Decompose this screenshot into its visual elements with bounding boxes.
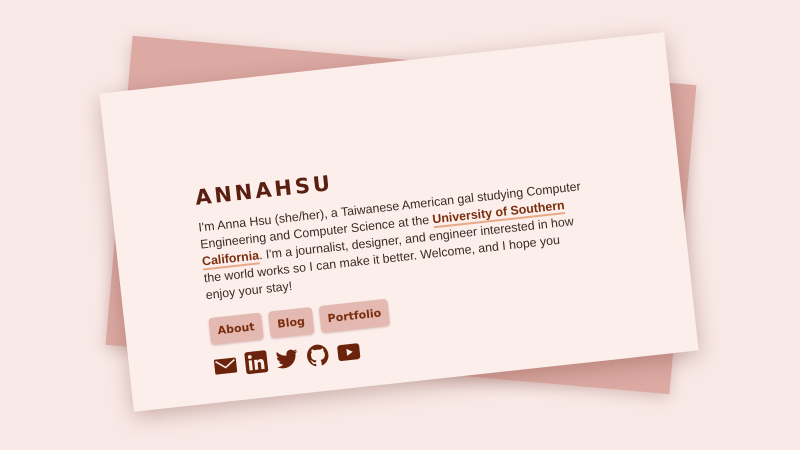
twitter-icon[interactable]: [274, 346, 300, 372]
youtube-icon[interactable]: [336, 339, 362, 365]
about-button[interactable]: About: [208, 312, 264, 346]
linkedin-icon[interactable]: [243, 349, 269, 375]
mail-icon[interactable]: [212, 352, 238, 378]
page-stage: ANNAHSU I'm Anna Hsu (she/her), a Taiwan…: [0, 0, 800, 450]
portfolio-button[interactable]: Portfolio: [318, 298, 391, 334]
github-icon[interactable]: [305, 342, 331, 368]
profile-card: ANNAHSU I'm Anna Hsu (she/her), a Taiwan…: [99, 32, 699, 412]
blog-button[interactable]: Blog: [267, 306, 315, 339]
profile-content: ANNAHSU I'm Anna Hsu (she/her), a Taiwan…: [194, 144, 603, 379]
